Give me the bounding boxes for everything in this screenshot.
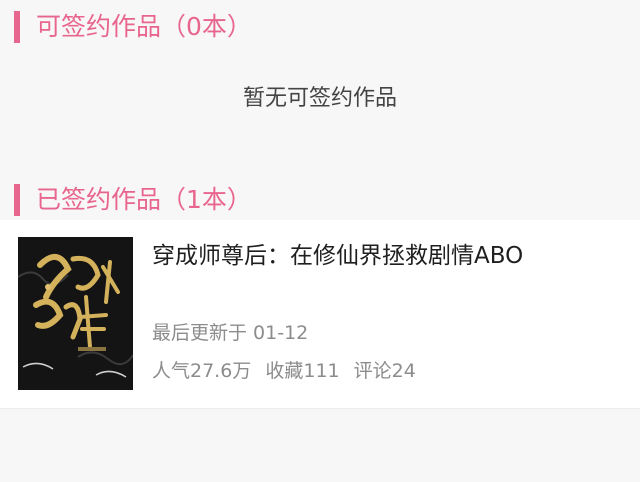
book-cover-art [18, 237, 133, 390]
book-title[interactable]: 穿成师尊后：在修仙界拯救剧情ABO [152, 238, 523, 274]
book-favorites: 收藏111 [265, 360, 340, 382]
book-popularity: 人气27.6万 [152, 360, 252, 382]
book-comments: 评论24 [353, 360, 416, 382]
signed-works-page: 可签约作品（0本） 暂无可签约作品 已签约作品（1本） 穿成师尊后：在修仙界拯救… [0, 0, 640, 482]
unsigned-section-title: 可签约作品（0本） [36, 12, 252, 41]
book-stats: 人气27.6万 收藏111 评论24 [152, 356, 416, 386]
section-accent-bar [14, 11, 20, 43]
section-accent-bar [14, 184, 20, 216]
signed-section-title: 已签约作品（1本） [36, 185, 252, 214]
unsigned-empty-message: 暂无可签约作品 [242, 86, 397, 111]
book-cover[interactable] [18, 237, 133, 390]
book-card[interactable]: 穿成师尊后：在修仙界拯救剧情ABO 最后更新于 01-12 人气27.6万 收藏… [0, 220, 640, 409]
book-last-updated: 最后更新于 01-12 [152, 322, 309, 344]
